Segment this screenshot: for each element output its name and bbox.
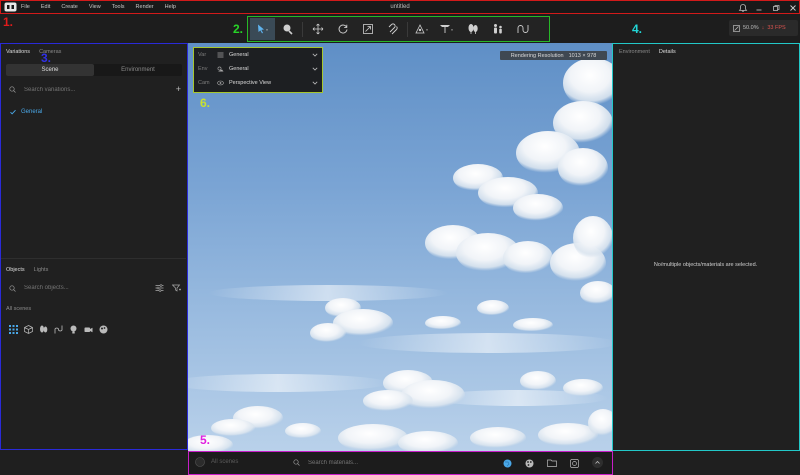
segment-environment[interactable]: Environment [94, 64, 182, 76]
add-filter-icon[interactable] [172, 284, 181, 292]
rendering-resolution-value: 1013 × 978 [568, 52, 597, 59]
selector-value: General [229, 66, 249, 72]
cube-icon[interactable] [24, 325, 33, 334]
light-bulb-icon[interactable] [69, 325, 78, 334]
selector-value: Perspective View [229, 80, 272, 86]
marker-5: 5. [200, 433, 211, 447]
camera-icon[interactable] [84, 325, 93, 334]
panel-divider [1, 258, 186, 259]
list-item[interactable]: General [10, 109, 42, 115]
details-tabs: Environment Details [619, 49, 676, 55]
environment-icon [217, 66, 224, 72]
filter-icon[interactable] [155, 284, 164, 292]
camera-selector[interactable]: Cam Perspective View [194, 76, 322, 90]
viewport-selectors: Var General Env General Cam Perspective … [193, 47, 323, 93]
path-icon[interactable] [54, 325, 63, 334]
select-tool[interactable] [250, 18, 275, 40]
materials-bar: All scenes [188, 451, 613, 475]
close-icon[interactable] [788, 3, 798, 13]
camera-view-icon [217, 80, 224, 86]
search-materials-input[interactable] [308, 459, 463, 466]
zoom-icon [733, 24, 740, 32]
variation-icon [217, 52, 224, 58]
environment-selector[interactable]: Env General [194, 62, 322, 76]
rotate-tool[interactable] [330, 18, 355, 40]
performance-indicator: 50.0% ↓ 33 FPS [729, 20, 798, 36]
selector-value: General [229, 52, 249, 58]
restore-icon[interactable] [771, 3, 781, 13]
tab-environment[interactable]: Environment [619, 49, 650, 55]
minimize-icon[interactable] [754, 3, 764, 13]
scene-panel: Variations Cameras Scene Environment + G… [0, 43, 188, 450]
tab-objects[interactable]: Objects [6, 267, 25, 273]
folder-icon[interactable] [547, 459, 557, 467]
scenes-filter[interactable]: All scenes [195, 457, 238, 467]
arrow-down-icon: ↓ [761, 25, 765, 31]
tab-lights[interactable]: Lights [34, 267, 49, 273]
material-palette-icon[interactable] [525, 459, 534, 468]
material-icon[interactable] [99, 325, 108, 334]
zoom-value: 50.0% [743, 25, 759, 31]
library-icon[interactable] [570, 458, 579, 468]
selector-key: Cam [198, 80, 210, 86]
camera-tool[interactable] [410, 18, 435, 40]
light-tool[interactable] [435, 18, 460, 40]
empty-selection-message: No/multiple objects/materials are select… [653, 262, 758, 268]
tool-strip [247, 16, 550, 42]
sky-clouds [188, 58, 612, 451]
trees-icon[interactable] [39, 325, 48, 334]
scale-tool[interactable] [355, 18, 380, 40]
marker-1: 1. [3, 15, 14, 29]
search-icon [9, 284, 16, 292]
magnet-tool[interactable] [380, 18, 405, 40]
variation-general-label: General [21, 109, 43, 115]
paint-tool[interactable] [275, 18, 300, 40]
chevron-down-icon [312, 53, 318, 57]
material-actions [503, 457, 603, 468]
render-viewport[interactable] [188, 43, 612, 451]
chevron-down-icon [312, 67, 318, 71]
chevron-down-icon [312, 81, 318, 85]
chevron-up-icon[interactable] [592, 457, 603, 468]
tab-details[interactable]: Details [659, 49, 676, 55]
variations-search: + [9, 85, 181, 94]
scenes-icon [195, 457, 205, 467]
marker-4: 4. [632, 22, 643, 36]
trees-tool[interactable] [460, 18, 485, 40]
checkmark-icon [10, 109, 16, 115]
marker-6: 6. [200, 96, 211, 110]
marker-2: 2. [233, 22, 244, 36]
bell-icon[interactable] [738, 3, 748, 13]
variations-tabs: Variations Cameras [6, 49, 61, 55]
selector-key: Var [198, 52, 207, 58]
search-variations-input[interactable] [24, 86, 168, 93]
scope-label: All scenes [6, 306, 32, 312]
selector-key: Env [198, 66, 208, 72]
search-icon [9, 86, 16, 93]
materials-search [293, 459, 463, 466]
rendering-resolution-label: Rendering Resolution [510, 52, 564, 59]
people-tool[interactable] [485, 18, 510, 40]
objects-tabs: Objects Lights [6, 267, 48, 273]
variation-selector[interactable]: Var General [194, 48, 322, 62]
rendering-resolution-badge: Rendering Resolution 1013 × 978 [500, 51, 607, 60]
path-tool[interactable] [510, 18, 535, 40]
objects-search [9, 284, 181, 292]
object-type-filters [9, 325, 108, 334]
details-panel: Environment Details No/multiple objects/… [612, 43, 800, 451]
globe-icon[interactable] [503, 459, 512, 468]
scene-environment-toggle: Scene Environment [6, 64, 182, 76]
window-title: untitled [390, 4, 410, 10]
grid-icon[interactable] [9, 325, 18, 334]
move-tool[interactable] [305, 18, 330, 40]
search-objects-input[interactable] [24, 285, 147, 291]
title-bar: File Edit Create View Tools Render Help … [0, 0, 800, 14]
tab-variations[interactable]: Variations [6, 49, 30, 55]
add-variation-icon[interactable]: + [176, 85, 181, 94]
fps-value: 33 FPS [767, 25, 786, 31]
segment-scene[interactable]: Scene [6, 64, 94, 76]
search-icon [293, 459, 300, 466]
scenes-placeholder: All scenes [211, 459, 239, 465]
marker-3: 3. [41, 51, 52, 65]
